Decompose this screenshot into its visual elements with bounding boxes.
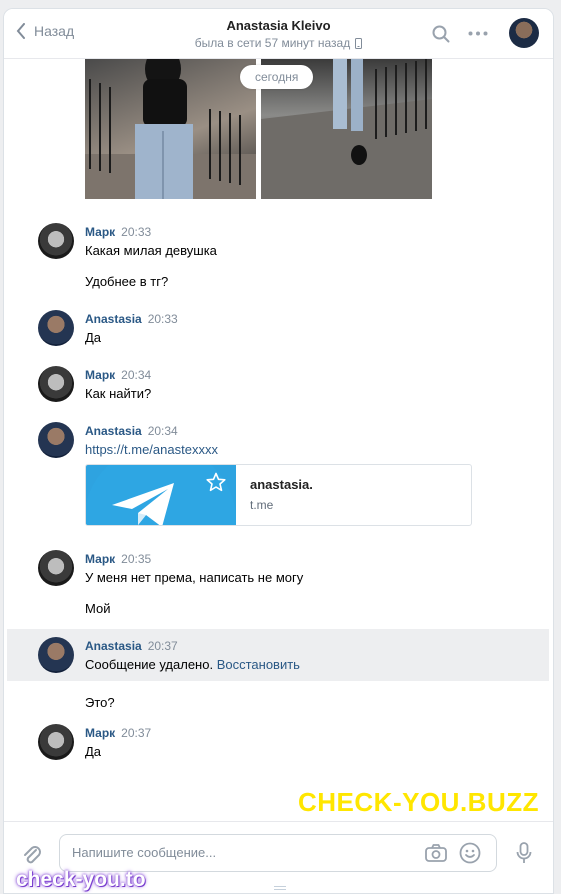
resize-grip[interactable] (274, 886, 286, 890)
link-preview-title: anastasia. (250, 477, 313, 492)
message-text: Мой (85, 601, 111, 616)
message-group: Марк 20:34 Как найти? (4, 360, 553, 416)
message-composer: Напишите сообщение... check-you.to (4, 821, 553, 893)
author-name[interactable]: Anastasia (85, 424, 142, 438)
star-icon[interactable] (206, 472, 226, 492)
date-badge: сегодня (240, 65, 314, 89)
message-meta: Anastasia 20:33 (85, 312, 178, 326)
paperclip-icon[interactable] (22, 844, 42, 866)
mobile-icon (355, 37, 363, 49)
microphone-icon[interactable] (516, 842, 532, 864)
message-history: сегодня Марк 20:33 Какая милая девушка Уд… (4, 59, 553, 819)
last-seen-status: была в сети 57 минут назад (194, 36, 363, 50)
message-text: Да (85, 330, 102, 345)
message-text: Да (85, 744, 102, 759)
link-preview-thumbnail (86, 465, 236, 525)
author-name[interactable]: Марк (85, 726, 115, 740)
message-group: Anastasia 20:34 https://t.me/anastexxxx a… (4, 416, 553, 544)
camera-icon[interactable] (425, 844, 447, 862)
message-group: Anastasia 20:33 Да (4, 304, 553, 360)
message-time: 20:35 (121, 552, 152, 566)
author-name[interactable]: Марк (85, 368, 115, 382)
telegram-icon (112, 483, 174, 525)
message-group: Марк 20:37 Да (4, 718, 553, 774)
message-meta: Марк 20:37 (85, 726, 151, 740)
avatar[interactable] (38, 366, 74, 402)
message-meta: Anastasia 20:37 (85, 639, 178, 653)
chat-window: Назад Anastasia Kleivo была в сети 57 ми… (3, 8, 554, 894)
watermark-corner: check-you.to (16, 868, 146, 891)
avatar[interactable] (38, 310, 74, 346)
link-preview-card[interactable]: anastasia. t.me (85, 464, 472, 526)
author-name[interactable]: Марк (85, 225, 115, 239)
message-meta: Марк 20:34 (85, 368, 151, 382)
deleted-text: Сообщение удалено. (85, 657, 214, 672)
restore-link[interactable]: Восстановить (217, 657, 300, 672)
message-time: 20:33 (121, 225, 152, 239)
message-text: Удобнее в тг? (85, 274, 169, 289)
photo-attachment[interactable] (85, 59, 256, 199)
message-link[interactable]: https://t.me/anastexxxx (85, 442, 218, 457)
photo-figure-image (85, 59, 256, 199)
message-text: Это? (85, 695, 115, 710)
message-time: 20:34 (121, 368, 152, 382)
contact-avatar[interactable] (509, 18, 539, 48)
message-time: 20:34 (147, 424, 178, 438)
message-text: У меня нет према, написать не могу (85, 570, 304, 585)
message-text: Какая милая девушка (85, 243, 217, 258)
avatar[interactable] (38, 550, 74, 586)
emoji-icon[interactable] (459, 842, 481, 864)
message-time: 20:33 (147, 312, 178, 326)
avatar[interactable] (38, 724, 74, 760)
message-time: 20:37 (147, 639, 178, 653)
avatar[interactable] (38, 422, 74, 458)
author-name[interactable]: Anastasia (85, 639, 142, 653)
deleted-message: Сообщение удалено. Восстановить (85, 657, 300, 672)
message-time: 20:37 (121, 726, 152, 740)
message-group-selected[interactable]: Anastasia 20:37 Сообщение удалено. Восста… (7, 629, 549, 681)
avatar[interactable] (38, 223, 74, 259)
status-text: была в сети 57 минут назад (194, 36, 351, 50)
avatar[interactable] (38, 637, 74, 673)
message-group: Марк 20:35 У меня нет према, написать не … (4, 544, 553, 630)
watermark-main: CHECK-YOU.BUZZ (298, 787, 539, 817)
message-text: Как найти? (85, 386, 152, 401)
message-meta: Марк 20:35 (85, 552, 151, 566)
message-meta: Anastasia 20:34 (85, 424, 178, 438)
chat-header: Назад Anastasia Kleivo была в сети 57 ми… (4, 9, 553, 59)
link-preview-domain: t.me (250, 498, 274, 512)
message-meta: Марк 20:33 (85, 225, 151, 239)
message-group: Марк 20:33 Какая милая девушка Удобнее в … (4, 217, 553, 303)
more-icon[interactable] (468, 31, 488, 36)
search-icon[interactable] (432, 25, 450, 43)
author-name[interactable]: Anastasia (85, 312, 142, 326)
author-name[interactable]: Марк (85, 552, 115, 566)
